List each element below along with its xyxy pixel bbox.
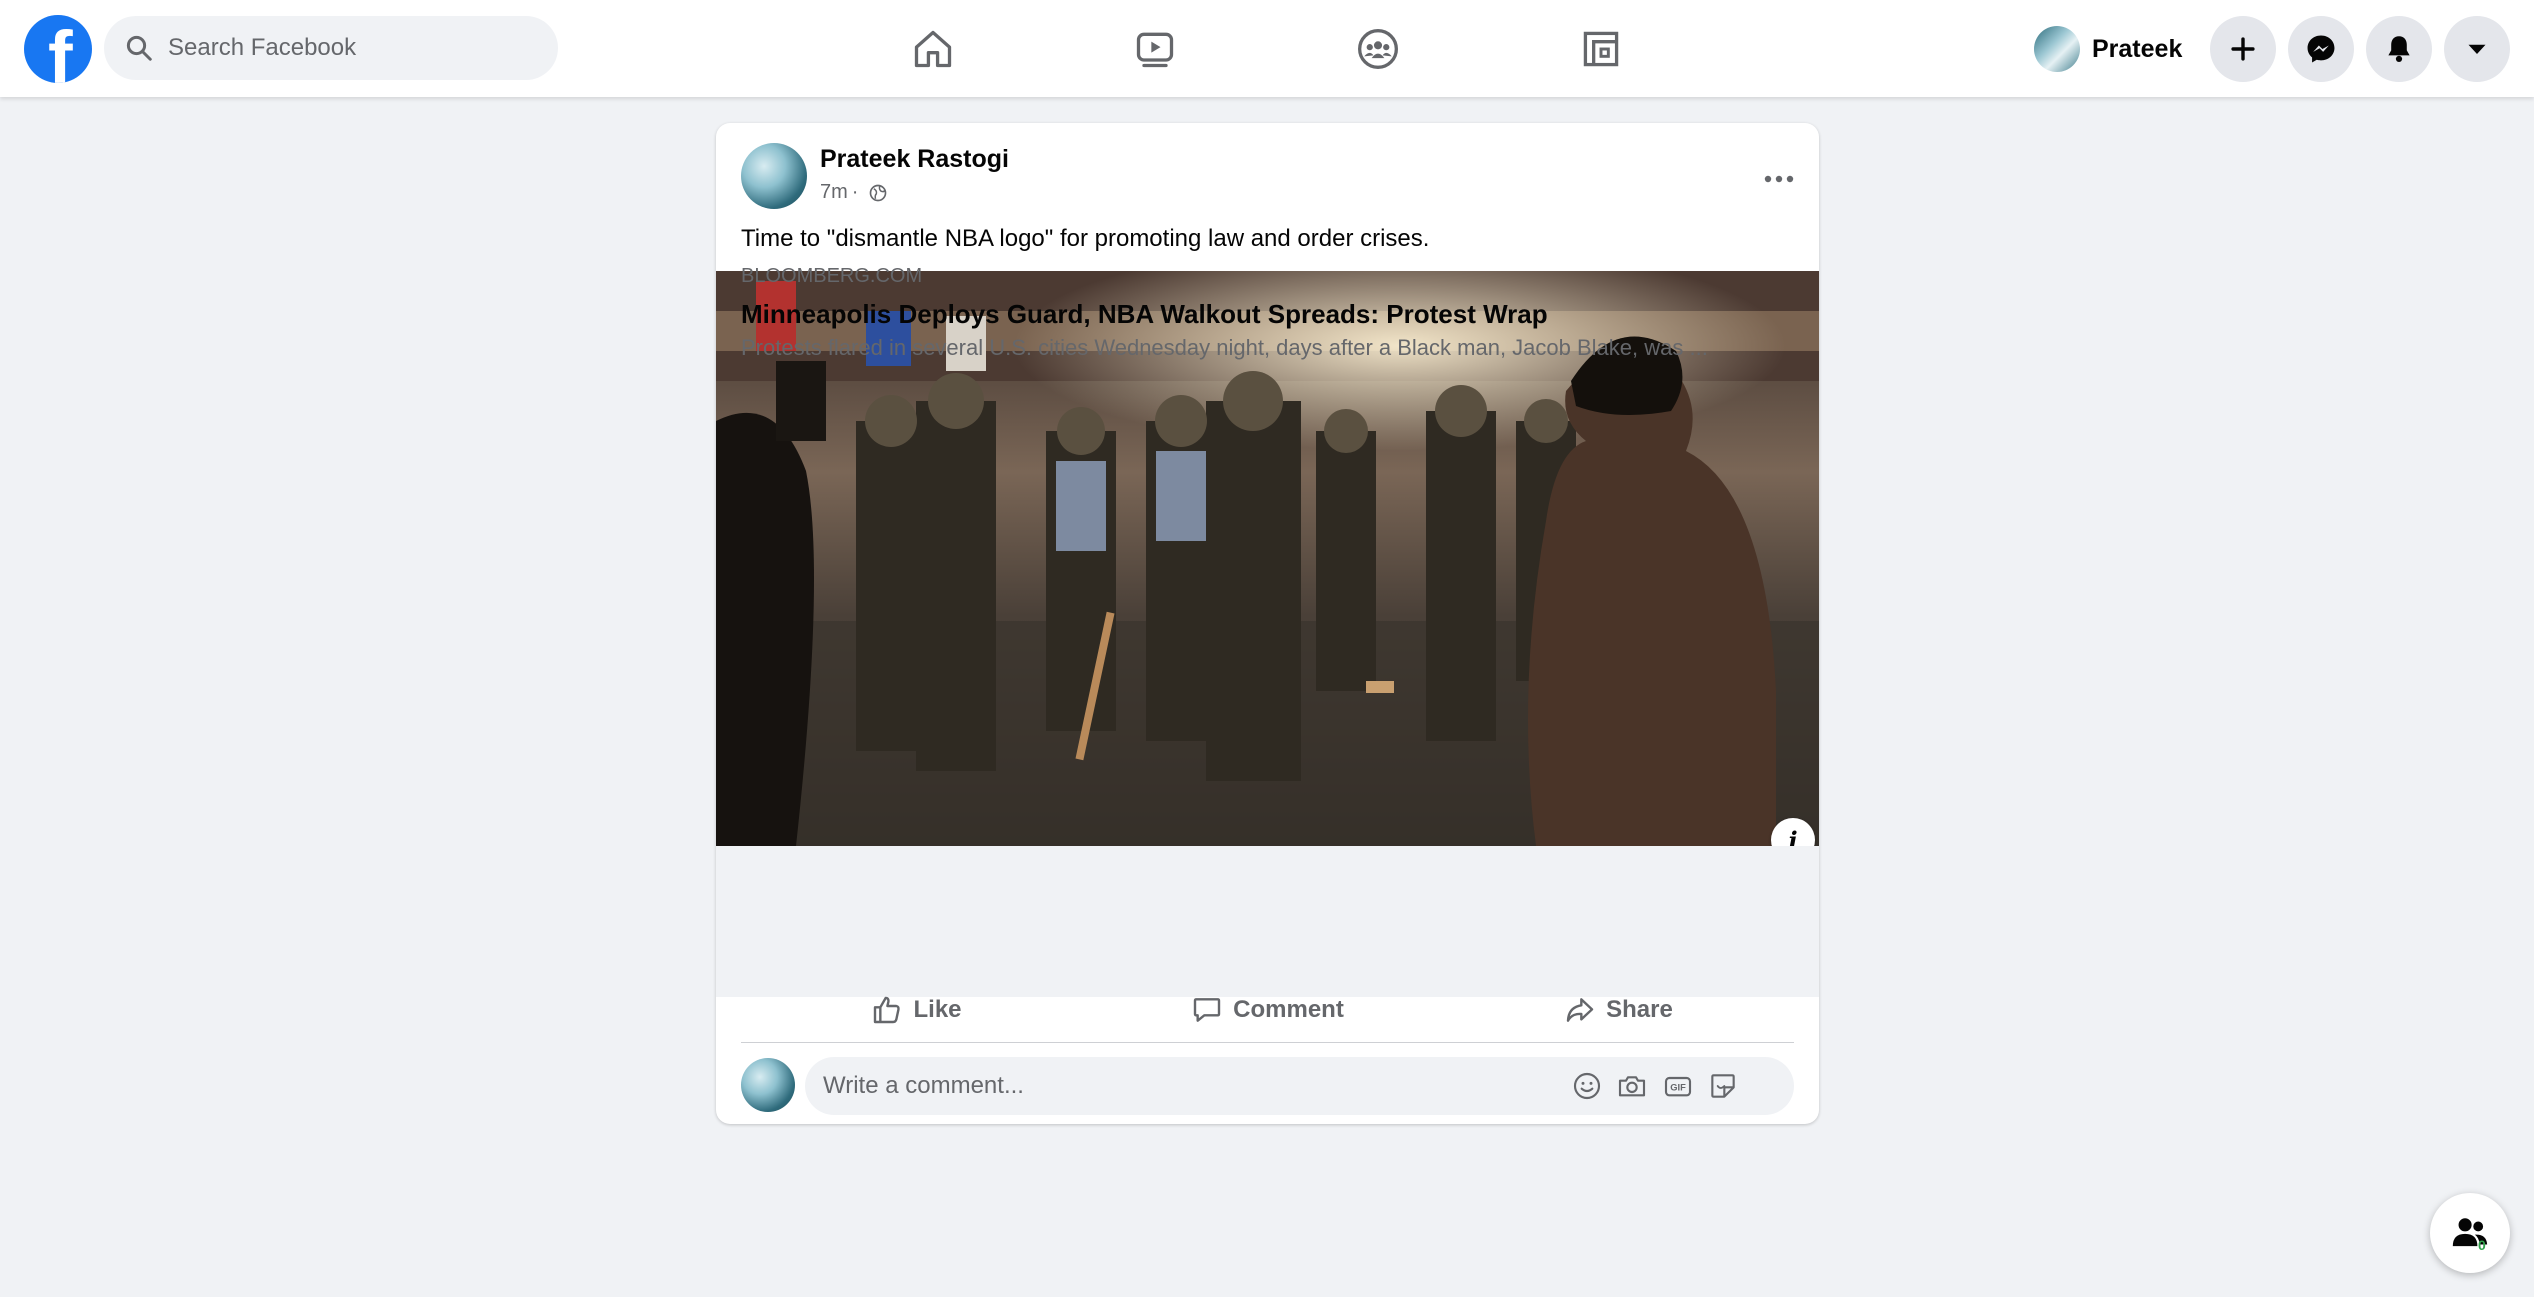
avatar xyxy=(2034,26,2080,72)
search-input[interactable] xyxy=(168,34,528,62)
comment-input[interactable] xyxy=(823,1072,1563,1100)
notifications-button[interactable] xyxy=(2366,16,2432,82)
gif-icon[interactable]: GIF xyxy=(1662,1070,1694,1102)
like-label: Like xyxy=(913,995,962,1023)
post-card: Prateek Rastogi 7m · Time to "dismantle … xyxy=(716,123,1819,1124)
tab-groups[interactable] xyxy=(1313,0,1443,97)
watch-icon xyxy=(1136,32,1174,67)
share-button[interactable]: Share xyxy=(1443,977,1794,1042)
top-navigation-bar: f Prateek xyxy=(0,0,2534,97)
search-icon xyxy=(126,35,152,61)
share-arrow-icon xyxy=(1566,997,1594,1022)
link-title[interactable]: Minneapolis Deploys Guard, NBA Walkout S… xyxy=(741,299,1548,330)
comment-label: Comment xyxy=(1233,995,1344,1023)
link-description: Protests flared in several U.S. cities W… xyxy=(741,335,1708,360)
account-menu-button[interactable] xyxy=(2444,16,2510,82)
camera-icon[interactable] xyxy=(1616,1070,1648,1102)
thumbs-up-icon xyxy=(874,996,901,1023)
home-icon xyxy=(914,30,952,67)
search-bar[interactable] xyxy=(104,16,558,80)
svg-text:GIF: GIF xyxy=(1670,1083,1686,1093)
post-actions-bar: Like Comment Share xyxy=(741,977,1794,1043)
tab-watch[interactable] xyxy=(1090,0,1220,97)
more-horizontal-icon xyxy=(1764,175,1794,183)
caret-down-icon xyxy=(2468,44,2486,54)
sticker-icon[interactable] xyxy=(1707,1070,1739,1102)
comment-box[interactable]: GIF xyxy=(805,1057,1794,1115)
post-options-button[interactable] xyxy=(1751,155,1807,203)
comment-bubble-icon xyxy=(1193,997,1221,1022)
emoji-icon[interactable] xyxy=(1571,1070,1603,1102)
tab-gaming[interactable] xyxy=(1536,0,1666,97)
post-time[interactable]: 7m xyxy=(820,181,848,204)
like-button[interactable]: Like xyxy=(741,977,1092,1042)
author-avatar[interactable] xyxy=(741,143,807,209)
comment-button[interactable]: Comment xyxy=(1092,977,1443,1042)
globe-icon[interactable] xyxy=(868,183,888,203)
share-label: Share xyxy=(1606,995,1673,1023)
author-name[interactable]: Prateek Rastogi xyxy=(820,145,1009,174)
plus-icon xyxy=(2231,37,2255,61)
bell-icon xyxy=(2388,36,2410,63)
gaming-icon xyxy=(1583,31,1619,66)
profile-shortcut[interactable]: Prateek xyxy=(2034,18,2182,80)
profile-name: Prateek xyxy=(2092,34,2183,63)
link-domain: BLOOMBERG.COM xyxy=(741,265,923,287)
create-button[interactable] xyxy=(2210,16,2276,82)
tab-home[interactable] xyxy=(868,0,998,97)
post-meta: 7m · xyxy=(820,181,888,204)
messenger-icon xyxy=(2307,35,2335,63)
messenger-button[interactable] xyxy=(2288,16,2354,82)
groups-icon xyxy=(1358,28,1398,69)
comment-composer: GIF xyxy=(741,1055,1794,1115)
link-preview-box[interactable] xyxy=(716,846,1819,997)
meta-separator: · xyxy=(851,181,859,203)
online-count: 0 xyxy=(2478,1237,2486,1253)
contacts-button[interactable]: 0 xyxy=(2430,1193,2510,1273)
facebook-logo-icon[interactable]: f xyxy=(24,15,92,83)
avatar[interactable] xyxy=(741,1058,795,1112)
post-text: Time to "dismantle NBA logo" for promoti… xyxy=(741,225,1430,252)
